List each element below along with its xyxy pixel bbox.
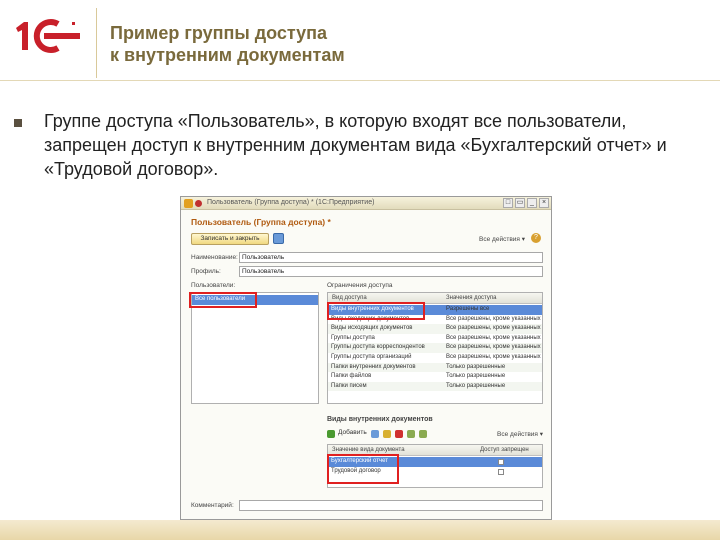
add-icon[interactable] (327, 430, 335, 438)
window-titlebar: Пользователь (Группа доступа) * (1С:Пред… (181, 197, 551, 210)
app-icon (184, 199, 193, 208)
name-label: Наименование: (191, 254, 238, 261)
save-and-close-button[interactable]: Записать и закрыть (191, 233, 269, 245)
highlight-restriction (327, 302, 425, 320)
users-label: Пользователи: (191, 282, 236, 289)
copy-icon[interactable] (371, 430, 379, 438)
add-button[interactable]: Добавить (338, 429, 367, 436)
table-row[interactable]: Группы доступа Все разрешены, кроме указ… (328, 334, 542, 344)
table-row[interactable]: Папки файлов Только разрешенные (328, 372, 542, 382)
doc-types-heading: Виды внутренних документов (327, 416, 433, 423)
all-actions-menu[interactable]: Все действия ▾ (479, 235, 525, 243)
bullet-marker (14, 119, 22, 127)
profile-field[interactable]: Пользователь (239, 266, 543, 277)
doc-all-actions-menu[interactable]: Все действия ▾ (497, 430, 543, 438)
slide-title: Пример группы доступа к внутренним докум… (110, 23, 345, 65)
table-row[interactable]: Виды исходящих документов Все разрешены,… (328, 324, 542, 334)
table-row[interactable]: Папки внутренних документов Только разре… (328, 362, 542, 373)
star-icon (195, 200, 202, 207)
access-denied-checkbox[interactable] (498, 459, 504, 465)
minimize-button[interactable]: _ (527, 198, 537, 208)
1c-logo-icon (16, 19, 80, 53)
comment-field[interactable] (239, 500, 543, 511)
highlight-doc-types (327, 454, 399, 484)
highlight-users (189, 292, 257, 308)
edit-icon[interactable] (383, 430, 391, 438)
header-access-denied: Доступ запрещен (480, 447, 529, 453)
delete-icon[interactable] (395, 430, 403, 438)
header-divider (96, 8, 97, 78)
table-row[interactable]: Группы доступа организаций Все разрешены… (328, 353, 542, 363)
bullet-text: Группе доступа «Пользователь», в которую… (44, 111, 667, 179)
header-access-values: Значения доступа (446, 295, 497, 301)
access-group-window: Пользователь (Группа доступа) * (1С:Пред… (180, 196, 552, 520)
move-down-icon[interactable] (419, 430, 427, 438)
tile-button[interactable]: ▭ (515, 198, 525, 208)
1c-logo (14, 18, 84, 54)
close-button[interactable]: × (539, 198, 549, 208)
comment-label: Комментарий: (191, 502, 234, 509)
window-title: Пользователь (Группа доступа) * (1С:Пред… (207, 199, 375, 206)
profile-label: Профиль: (191, 268, 221, 275)
table-row[interactable]: Группы доступа корреспондентов Все разре… (328, 343, 542, 353)
form-toolbar: Записать и закрыть Все действия ▾ ? (191, 233, 543, 247)
name-field[interactable]: Пользователь (239, 252, 543, 263)
access-denied-checkbox[interactable] (498, 469, 504, 475)
restrictions-label: Ограничения доступа (327, 282, 393, 289)
footer-band (0, 520, 720, 540)
users-list: Все пользователи (191, 292, 319, 404)
table-row[interactable]: Папки писем Только разрешенные (328, 381, 542, 392)
header-rule (0, 80, 720, 81)
save-icon[interactable] (273, 233, 284, 244)
form-heading: Пользователь (Группа доступа) * (191, 217, 331, 227)
restore-button[interactable]: □ (503, 198, 513, 208)
help-icon[interactable]: ? (531, 233, 541, 243)
doc-types-toolbar: Добавить Все действия ▾ (327, 429, 543, 441)
move-up-icon[interactable] (407, 430, 415, 438)
